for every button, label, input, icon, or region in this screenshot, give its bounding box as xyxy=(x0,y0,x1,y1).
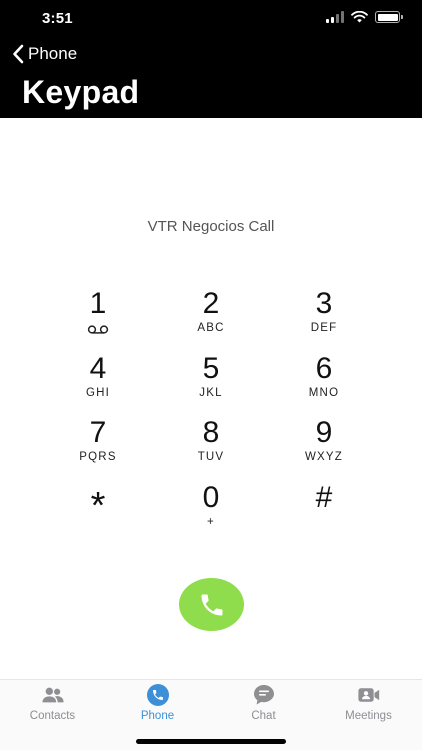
key-digit: 4 xyxy=(89,351,107,385)
key-digit: 1 xyxy=(89,287,107,320)
key-letters: MNO xyxy=(308,386,340,399)
key-letters: TUV xyxy=(197,451,225,463)
key-letters: ABC xyxy=(197,322,225,334)
key-digit: 5 xyxy=(202,351,220,385)
key-hash[interactable]: # xyxy=(268,480,380,547)
key-2[interactable]: 2 ABC xyxy=(155,288,267,353)
key-digit: 2 xyxy=(202,287,220,320)
key-letters: GHI xyxy=(85,386,111,399)
key-letters: DEF xyxy=(310,322,338,334)
key-digit: 3 xyxy=(315,287,333,320)
key-4[interactable]: 4 GHI xyxy=(42,351,154,418)
voicemail-icon xyxy=(87,325,109,334)
header: 3:51 Phone Keypad xyxy=(0,0,422,118)
wifi-icon xyxy=(351,11,368,23)
key-digit: 9 xyxy=(315,416,333,449)
key-letters: + xyxy=(207,515,215,528)
status-icons xyxy=(326,11,403,23)
page-title: Keypad xyxy=(22,74,140,110)
call-provider-label: VTR Negocios Call xyxy=(147,218,275,235)
chat-icon xyxy=(253,684,275,706)
key-digit: * xyxy=(90,484,106,527)
tab-label: Phone xyxy=(140,710,175,722)
tab-meetings[interactable]: Meetings xyxy=(316,684,421,722)
key-letters: PQRS xyxy=(79,451,117,463)
key-letters: JKL xyxy=(199,386,223,399)
key-7[interactable]: 7 PQRS xyxy=(42,417,154,482)
tab-label: Meetings xyxy=(345,710,392,722)
keypad: 1 2 ABC 3 DEF 4 GHI 5 JKL 6 MNO 7 PQRS 8… xyxy=(42,288,380,546)
tab-chat[interactable]: Chat xyxy=(211,684,316,722)
key-0[interactable]: 0 + xyxy=(155,480,267,547)
cellular-signal-icon xyxy=(326,11,344,23)
call-button[interactable] xyxy=(179,578,244,631)
key-6[interactable]: 6 MNO xyxy=(268,351,380,418)
key-digit: 6 xyxy=(315,351,333,385)
phone-icon xyxy=(146,684,169,706)
tab-label: Contacts xyxy=(29,710,76,722)
key-digit: # xyxy=(315,480,333,514)
home-indicator xyxy=(136,739,286,744)
key-digit: 8 xyxy=(202,416,220,449)
tab-phone[interactable]: Phone xyxy=(105,684,210,722)
video-camera-icon xyxy=(357,684,380,706)
key-3[interactable]: 3 DEF xyxy=(268,288,380,353)
key-9[interactable]: 9 WXYZ xyxy=(268,417,380,482)
battery-icon xyxy=(375,11,403,23)
contacts-icon xyxy=(41,684,64,706)
key-8[interactable]: 8 TUV xyxy=(155,417,267,482)
back-button[interactable]: Phone xyxy=(12,44,77,64)
key-letters: WXYZ xyxy=(304,451,344,463)
key-star[interactable]: * xyxy=(42,482,154,547)
key-1[interactable]: 1 xyxy=(42,288,154,353)
tab-contacts[interactable]: Contacts xyxy=(0,684,105,722)
key-5[interactable]: 5 JKL xyxy=(155,351,267,418)
phone-icon xyxy=(201,594,222,615)
tab-label: Chat xyxy=(251,710,276,722)
back-label: Phone xyxy=(28,44,78,63)
chevron-left-icon xyxy=(13,44,24,64)
key-digit: 0 xyxy=(202,480,220,514)
status-time: 3:51 xyxy=(42,10,73,27)
key-digit: 7 xyxy=(89,416,107,449)
